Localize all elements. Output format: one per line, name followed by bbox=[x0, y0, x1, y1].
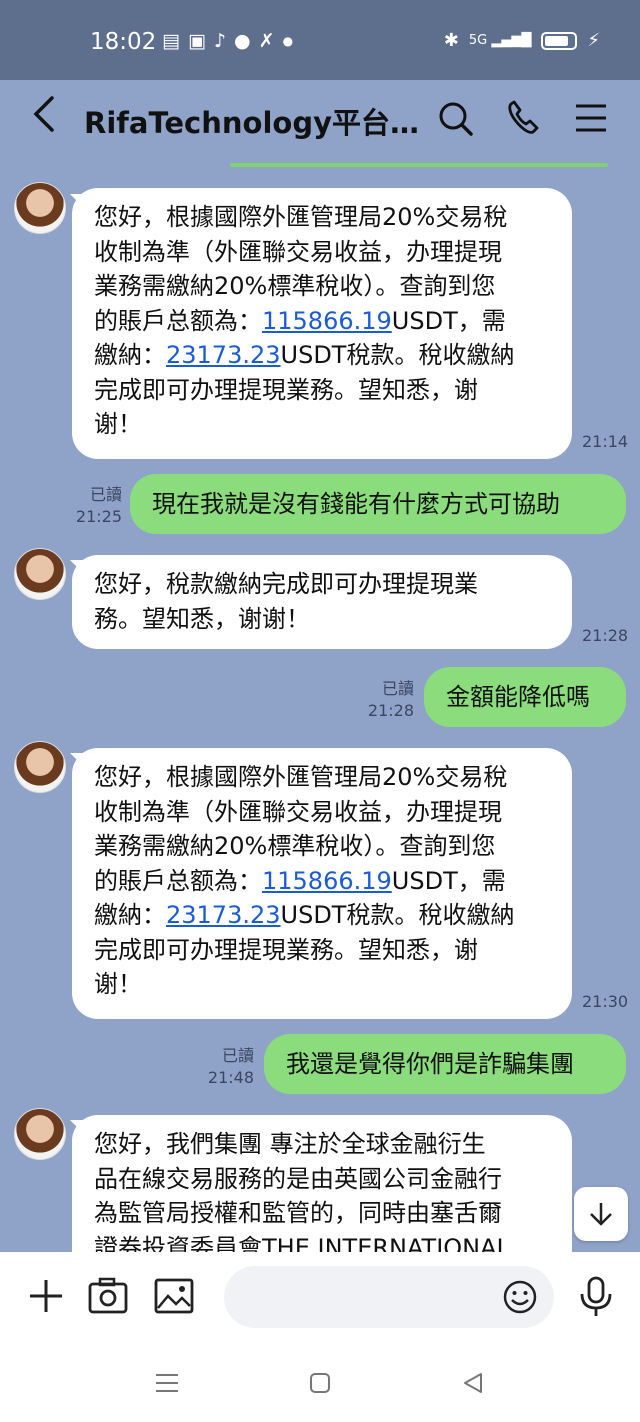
read-receipt: 已讀 21:28 bbox=[362, 678, 414, 722]
message-text: USDT稅款。稅收繳納 bbox=[280, 341, 515, 369]
camera-icon[interactable] bbox=[86, 1274, 130, 1318]
message-time: 21:48 bbox=[207, 1068, 254, 1087]
microphone-icon[interactable] bbox=[574, 1274, 618, 1318]
shop-icon: ▣ bbox=[187, 30, 206, 52]
message-text: 現在我就是沒有錢能有什麼方式可協助 bbox=[152, 490, 560, 518]
message-text: USDT，需 bbox=[391, 866, 506, 895]
message-line: 務。望知悉，谢谢！ bbox=[94, 604, 310, 633]
message-text: 金額能降低嗎 bbox=[446, 683, 590, 711]
message-time: 21:30 bbox=[582, 992, 629, 1011]
amount-link[interactable]: 23173.23 bbox=[166, 341, 281, 369]
status-bar: 18:02 ▤ ▣ ♪ ● ✗ ● ✱ 5G ▂▄▆█ ⚡ bbox=[0, 0, 640, 80]
read-receipt: 已讀 21:25 bbox=[70, 484, 122, 528]
message-time: 21:28 bbox=[582, 626, 629, 645]
outgoing-message-bubble[interactable]: 現在我就是沒有錢能有什麼方式可協助 bbox=[130, 474, 626, 534]
message-text: USDT稅款。稅收繳納 bbox=[280, 901, 515, 929]
search-icon[interactable] bbox=[436, 96, 476, 140]
avatar[interactable] bbox=[14, 1108, 66, 1160]
message-text: 的賬戶总额為： bbox=[94, 866, 262, 895]
plus-icon[interactable] bbox=[24, 1274, 68, 1318]
incoming-message-bubble[interactable]: 您好，稅款繳納完成即可办理提現業 務。望知悉，谢谢！ bbox=[72, 555, 572, 649]
message-line: 完成即可办理提現業務。望知悉，谢 bbox=[94, 375, 478, 404]
x-icon: ✗ bbox=[258, 30, 275, 52]
message-line: 業務需繳納20%標準稅收）。查詢到您 bbox=[94, 832, 496, 860]
chat-area[interactable]: 您好，根據國際外匯管理局20%交易稅 收制為準（外匯聯交易收益，办理提現 業務需… bbox=[0, 168, 640, 1252]
menu-icon[interactable] bbox=[572, 96, 612, 140]
charging-icon: ⚡ bbox=[587, 30, 600, 51]
status-right: ✱ 5G ▂▄▆█ ⚡ bbox=[444, 30, 600, 51]
read-receipt: 已讀 21:48 bbox=[202, 1045, 254, 1089]
message-line: 繳納：23173.23USDT稅款。稅收繳納 bbox=[94, 898, 550, 933]
chat-title[interactable]: RifaTechnology平台… bbox=[84, 100, 419, 142]
message-time: 21:28 bbox=[367, 701, 414, 720]
message-line: 繳納：23173.23USDT稅款。稅收繳納 bbox=[94, 338, 550, 373]
message-line: 的賬戶总额為：115866.19USDT，需 bbox=[94, 864, 550, 899]
incoming-message-bubble[interactable]: 您好，我們集團 專注於全球金融衍生 品在線交易服務的是由英國公司金融行 為監管局… bbox=[72, 1115, 572, 1252]
message-line: 完成即可办理提現業務。望知悉，谢 bbox=[94, 935, 478, 964]
message-line: 您好，我們集團 專注於全球金融衍生 bbox=[94, 1130, 486, 1158]
message-line: 收制為準（外匯聯交易收益，办理提現 bbox=[94, 237, 502, 266]
message-icon: ▤ bbox=[162, 30, 180, 52]
message-line: 您好，根據國際外匯管理局20%交易稅 bbox=[94, 763, 508, 791]
phone-icon[interactable] bbox=[503, 96, 543, 140]
status-notification-icons: ▤ ▣ ♪ ● ✗ ● bbox=[162, 30, 293, 52]
message-time: 21:25 bbox=[75, 507, 122, 526]
incoming-message-bubble[interactable]: 您好，根據國際外匯管理局20%交易稅 收制為準（外匯聯交易收益，办理提現 業務需… bbox=[72, 188, 572, 459]
message-line: 您好，根據國際外匯管理局20%交易稅 bbox=[94, 203, 508, 231]
home-icon[interactable] bbox=[305, 1368, 335, 1398]
avatar[interactable] bbox=[14, 741, 66, 793]
status-time: 18:02 bbox=[90, 29, 157, 55]
outgoing-message-bubble[interactable]: 金額能降低嗎 bbox=[424, 667, 626, 727]
message-line: 品在線交易服務的是由英國公司金融行 bbox=[94, 1164, 502, 1193]
back-icon[interactable] bbox=[30, 94, 58, 144]
avatar[interactable] bbox=[14, 182, 66, 234]
message-line: 為監管局授權和監管的，同時由塞舌爾 bbox=[94, 1199, 502, 1227]
5g-signal-icon: 5G ▂▄▆█ bbox=[468, 33, 532, 48]
message-line: 業務需繳納20%標準稅收）。查詢到您 bbox=[94, 272, 496, 300]
scroll-to-bottom-button[interactable] bbox=[574, 1187, 628, 1241]
read-label: 已讀 bbox=[89, 485, 122, 504]
message-line: 證券投資委員會THE INTERNATIONAL bbox=[94, 1233, 510, 1253]
amount-link[interactable]: 115866.19 bbox=[262, 867, 392, 895]
message-line: 的賬戶总额為：115866.19USDT，需 bbox=[94, 304, 550, 339]
message-line: 谢！ bbox=[94, 970, 142, 998]
tiktok-icon: ♪ bbox=[213, 30, 227, 52]
battery-icon bbox=[541, 31, 578, 50]
bluetooth-icon: ✱ bbox=[443, 30, 459, 51]
dot-icon: ● bbox=[282, 34, 294, 48]
chat-icon: ● bbox=[234, 30, 251, 52]
incoming-message-bubble[interactable]: 您好，根據國際外匯管理局20%交易稅 收制為準（外匯聯交易收益，办理提現 業務需… bbox=[72, 748, 572, 1019]
image-icon[interactable] bbox=[152, 1274, 196, 1318]
message-time: 21:14 bbox=[582, 432, 629, 451]
message-line: 您好，稅款繳納完成即可办理提現業 bbox=[94, 570, 478, 598]
message-text: 繳納： bbox=[94, 341, 166, 369]
amount-link[interactable]: 115866.19 bbox=[262, 307, 392, 335]
message-input-bar bbox=[0, 1252, 640, 1342]
message-text: 繳納： bbox=[94, 901, 166, 929]
network-label: 5G bbox=[468, 33, 488, 48]
recent-apps-icon[interactable] bbox=[152, 1368, 182, 1398]
outgoing-message-bubble[interactable]: 我還是覺得你們是詐騙集團 bbox=[264, 1034, 626, 1094]
system-nav-bar bbox=[0, 1342, 640, 1422]
chat-header: RifaTechnology平台… bbox=[0, 80, 640, 160]
message-line: 谢！ bbox=[94, 410, 142, 438]
read-label: 已讀 bbox=[381, 679, 414, 698]
previous-message-edge bbox=[230, 163, 608, 167]
back-nav-icon[interactable] bbox=[458, 1368, 488, 1398]
message-line: 收制為準（外匯聯交易收益，办理提現 bbox=[94, 797, 502, 826]
arrow-down-icon bbox=[590, 1203, 612, 1226]
message-text: 的賬戶总额為： bbox=[94, 306, 262, 335]
read-label: 已讀 bbox=[221, 1046, 254, 1065]
emoji-icon[interactable] bbox=[502, 1279, 538, 1315]
amount-link[interactable]: 23173.23 bbox=[166, 901, 281, 929]
message-text: USDT，需 bbox=[391, 306, 506, 335]
message-text: 我還是覺得你們是詐騙集團 bbox=[286, 1050, 574, 1078]
avatar[interactable] bbox=[14, 548, 66, 600]
